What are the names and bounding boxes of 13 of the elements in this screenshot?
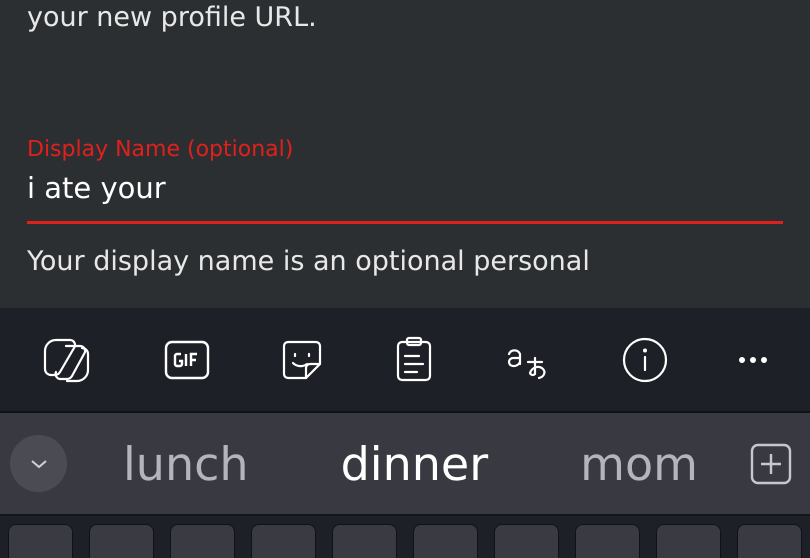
suggestion[interactable]: dinner [336, 436, 492, 492]
more-icon[interactable] [738, 356, 768, 364]
helper-text: Your display name is an optional personal [27, 245, 590, 279]
info-icon[interactable] [622, 336, 668, 382]
field-label: Display Name (optional) [27, 136, 294, 164]
add-icon[interactable] [750, 442, 792, 484]
clipboard-icon[interactable] [394, 336, 434, 384]
gif-icon[interactable] [164, 340, 210, 380]
chevron-down-icon [30, 458, 48, 468]
suggestion[interactable]: lunch [119, 436, 253, 492]
input-field[interactable]: i ate your [27, 170, 783, 224]
intro-text: your new profile URL. [27, 1, 317, 35]
suggestion[interactable]: mom [576, 436, 702, 492]
